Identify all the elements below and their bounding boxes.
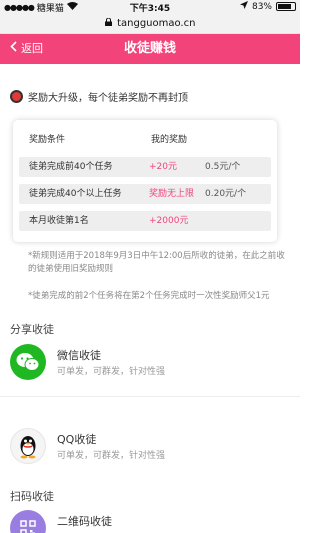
qr-section-title: 扫码收徒 bbox=[10, 490, 54, 503]
row-reward: +20元 bbox=[149, 162, 177, 172]
column-header-condition: 奖励条件 bbox=[29, 135, 66, 145]
lock-icon bbox=[104, 17, 115, 28]
reward-table-header: 奖励条件 我的奖励 bbox=[29, 132, 187, 145]
row-condition: 徒弟完成前40个任务 bbox=[29, 162, 113, 172]
badge-icon bbox=[10, 90, 23, 103]
app-header: 返回 收徒赚钱 bbox=[0, 34, 300, 64]
qr-code-icon bbox=[10, 510, 46, 533]
bonus-note: *徒弟完成的前2个任务将在第2个任务完成时一次性奖励师父1元 bbox=[28, 291, 270, 301]
table-row: 徒弟完成前40个任务 +20元 0.5元/个 bbox=[19, 157, 271, 177]
battery-icon bbox=[276, 2, 296, 11]
wechat-icon bbox=[10, 344, 46, 380]
status-right: 83% bbox=[239, 1, 296, 12]
column-header-reward: 我的奖励 bbox=[151, 135, 188, 145]
qq-icon bbox=[10, 428, 46, 464]
table-row: 徒弟完成40个以上任务 奖励无上限 0.20元/个 bbox=[19, 184, 271, 204]
table-row: 本月收徒第1名 +2000元 bbox=[19, 211, 271, 231]
row-condition: 本月收徒第1名 bbox=[29, 216, 89, 226]
reward-card: 奖励条件 我的奖励 徒弟完成前40个任务 +20元 0.5元/个 徒弟完成40个… bbox=[13, 120, 277, 242]
row-reward: 奖励无上限 bbox=[149, 189, 195, 199]
notice-text: 奖励大升级，每个徒弟奖励不再封顶 bbox=[28, 93, 188, 104]
qq-share-item[interactable]: QQ收徒 可单发，可群发，针对性强 bbox=[10, 428, 290, 472]
qq-share-name: QQ收徒 bbox=[57, 433, 97, 446]
row-reward: +2000元 bbox=[149, 216, 189, 226]
qr-code-name: 二维码收徒 bbox=[57, 515, 112, 528]
wechat-share-name: 微信收徒 bbox=[57, 349, 101, 362]
battery-percent: 83% bbox=[251, 1, 272, 12]
page-title: 收徒赚钱 bbox=[123, 41, 176, 56]
rule-note: *新规则适用于2018年9月3日中午12:00后所收的徒弟，在此之前收的徒弟使用… bbox=[28, 251, 285, 274]
row-unit: 0.20元/个 bbox=[205, 189, 247, 199]
url-text: tangguomao.cn bbox=[117, 18, 196, 29]
divider bbox=[0, 396, 300, 397]
url-bar[interactable]: tangguomao.cn bbox=[0, 14, 300, 34]
qq-share-desc: 可单发，可群发，针对性强 bbox=[57, 451, 166, 461]
share-section-title: 分享收徒 bbox=[10, 323, 54, 336]
row-unit: 0.5元/个 bbox=[205, 162, 241, 172]
qr-code-item[interactable]: 二维码收徒 bbox=[10, 510, 290, 533]
row-condition: 徒弟完成40个以上任务 bbox=[29, 189, 122, 199]
location-arrow-icon bbox=[239, 1, 248, 12]
status-bar: ●●●●● 糖果猫 下午3:45 83% bbox=[0, 0, 300, 14]
wechat-share-desc: 可单发，可群发，针对性强 bbox=[57, 367, 166, 377]
upgrade-notice: 奖励大升级，每个徒弟奖励不再封顶 bbox=[10, 89, 188, 104]
wechat-share-item[interactable]: 微信收徒 可单发，可群发，针对性强 bbox=[10, 344, 290, 388]
